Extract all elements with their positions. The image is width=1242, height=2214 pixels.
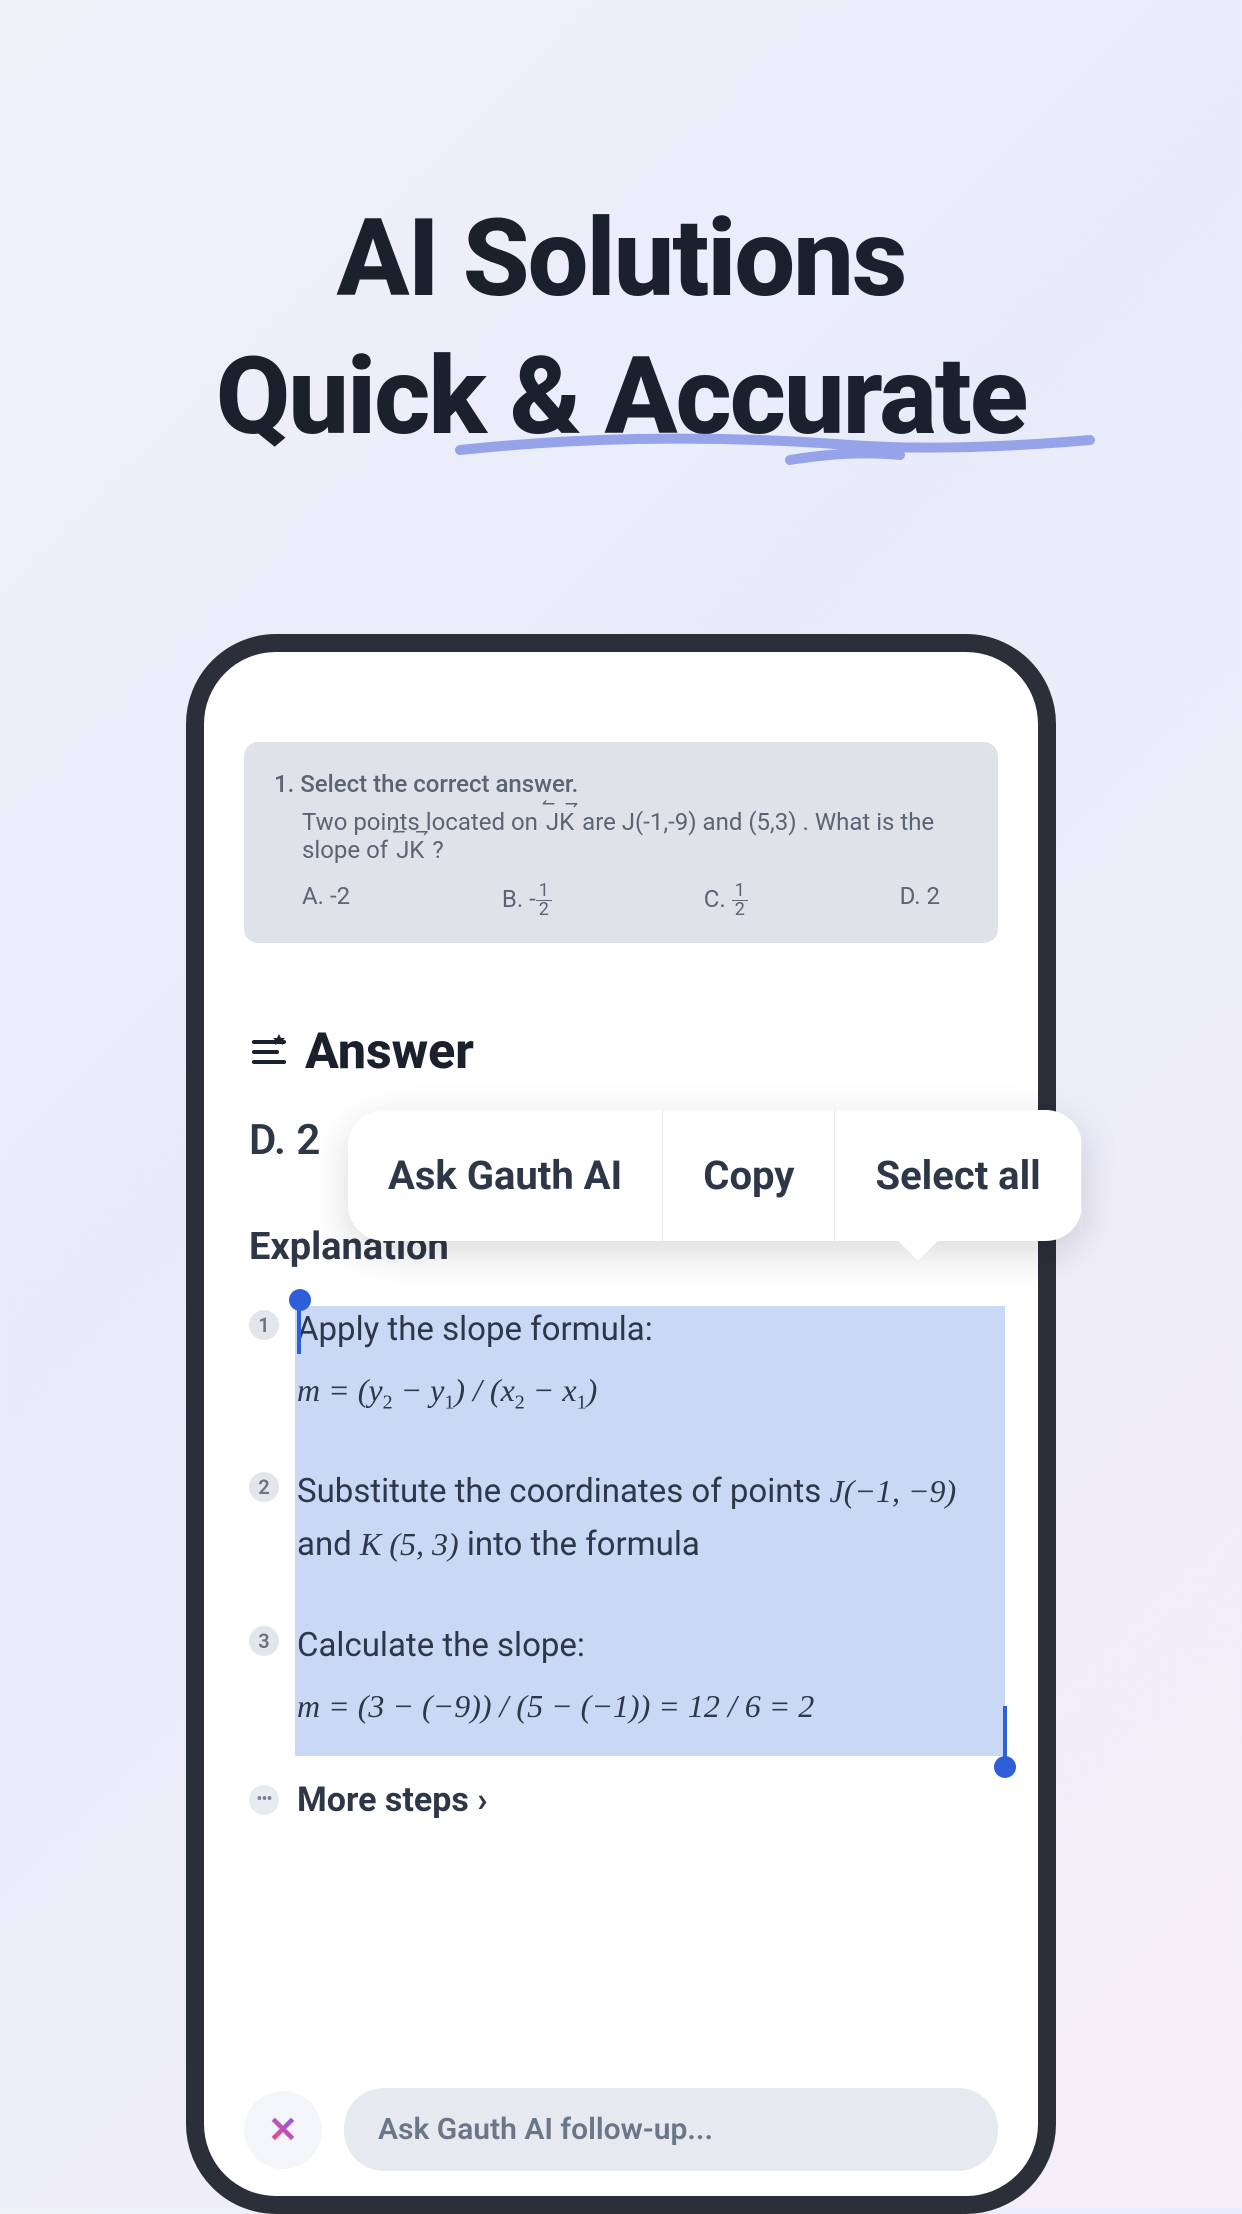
bottom-bar: ✕ Ask Gauth AI follow-up... — [244, 2088, 998, 2171]
answer-header: Answer — [249, 1023, 993, 1081]
step-number: 3 — [249, 1626, 279, 1656]
context-menu: Ask Gauth AI Copy Select all — [348, 1110, 1082, 1241]
option-c[interactable]: C. 12 — [704, 882, 748, 919]
phone-frame: 1. Select the correct answer. Two points… — [186, 634, 1056, 2214]
step-content: Substitute the coordinates of points J(−… — [297, 1466, 993, 1572]
more-steps-button[interactable]: ••• More steps › — [249, 1780, 993, 1820]
copy-button[interactable]: Copy — [663, 1110, 835, 1241]
underline-decoration-icon — [450, 420, 1110, 480]
option-a[interactable]: A. -2 — [302, 882, 350, 919]
question-options: A. -2 B. -12 C. 12 D. 2 — [274, 882, 968, 919]
option-b[interactable]: B. -12 — [502, 882, 552, 919]
selection-bar-start — [297, 1306, 301, 1354]
question-text: Two points located on JK are J(-1,-9) an… — [302, 808, 968, 864]
step-content: Apply the slope formula: m = (y2 − y1) /… — [297, 1304, 653, 1418]
headline: AI Solutions Quick & Accurate — [0, 0, 1242, 466]
more-icon: ••• — [249, 1785, 279, 1815]
more-steps-label: More steps › — [297, 1780, 488, 1820]
select-all-button[interactable]: Select all — [835, 1110, 1081, 1241]
answer-title: Answer — [305, 1023, 474, 1081]
headline-line1: AI Solutions — [337, 196, 906, 322]
logo-icon: ✕ — [268, 2109, 298, 2151]
steps-container: 1 Apply the slope formula: m = (y2 − y1)… — [249, 1304, 993, 1732]
step-2: 2 Substitute the coordinates of points J… — [249, 1466, 993, 1572]
jk-symbol: JK — [544, 808, 576, 836]
answer-icon — [249, 1032, 289, 1072]
question-prompt: 1. Select the correct answer. — [274, 770, 968, 798]
selection-handle-end[interactable] — [994, 1756, 1016, 1778]
ask-gauth-ai-button[interactable]: Ask Gauth AI — [348, 1110, 663, 1241]
step-number: 2 — [249, 1472, 279, 1502]
formula: m = (y2 − y1) / (x2 − x1) — [297, 1365, 653, 1418]
follow-up-input[interactable]: Ask Gauth AI follow-up... — [344, 2088, 998, 2171]
step-number: 1 — [249, 1310, 279, 1340]
formula: m = (3 − (−9)) / (5 − (−1)) = 12 / 6 = 2 — [297, 1681, 814, 1732]
selection-bar-end — [1003, 1706, 1007, 1758]
question-card: 1. Select the correct answer. Two points… — [244, 742, 998, 943]
jk-symbol: JK — [394, 836, 426, 864]
app-logo[interactable]: ✕ — [244, 2091, 322, 2169]
phone-content: 1. Select the correct answer. Two points… — [204, 652, 1038, 2196]
option-d[interactable]: D. 2 — [900, 882, 940, 919]
step-3: 3 Calculate the slope: m = (3 − (−9)) / … — [249, 1620, 993, 1732]
step-1: 1 Apply the slope formula: m = (y2 − y1)… — [249, 1304, 993, 1418]
step-content: Calculate the slope: m = (3 − (−9)) / (5… — [297, 1620, 814, 1732]
